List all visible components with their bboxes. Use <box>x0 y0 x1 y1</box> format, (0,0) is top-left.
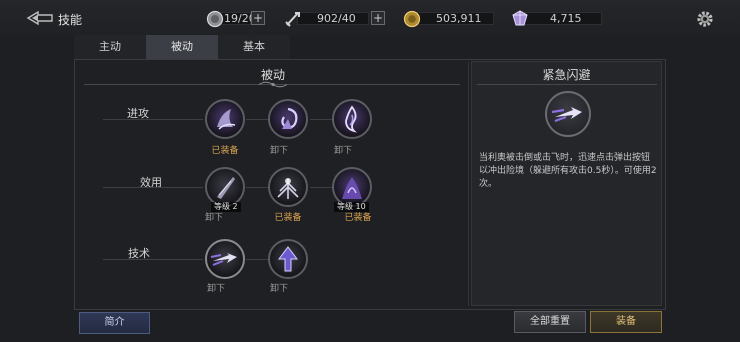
crystal-value: 4,715 <box>550 12 582 25</box>
ornament-icon <box>258 81 288 88</box>
gold-coin-icon <box>403 10 421 28</box>
skill-status: 卸下 <box>207 284 226 294</box>
skill-detail-title: 紧急闪避 <box>542 68 591 82</box>
crystal-icon <box>512 10 528 26</box>
skill-status: 已装备 <box>274 213 302 223</box>
skill-spirit-flame[interactable] <box>332 99 372 139</box>
tab-active-skills[interactable]: 主动 <box>74 35 146 59</box>
shadow-rise-icon <box>342 177 362 199</box>
skill-blade-edge[interactable] <box>205 167 245 207</box>
skill-description: 当利奥被击倒或击飞时，迅速点击弹出按钮以冲出险境（躲避所有攻击0.5秒）。可使用… <box>479 153 657 189</box>
dash-arrow-icon <box>551 107 582 123</box>
skill-status: 已装备 <box>211 146 239 156</box>
sword-icon <box>285 12 300 27</box>
energy-value: 902/40 <box>317 12 356 25</box>
crystal-resource: 4,715 <box>510 10 602 26</box>
skill-claw-slash[interactable] <box>205 99 245 139</box>
skill-spiral-strike[interactable] <box>268 99 308 139</box>
reset-all-button[interactable]: 全部重置 <box>514 311 586 333</box>
skill-status: 卸下 <box>270 146 289 156</box>
claw-slash-icon <box>217 109 236 130</box>
add-stamina-button[interactable]: + <box>251 11 265 25</box>
equip-button[interactable]: 装备 <box>590 311 662 333</box>
spirit-flame-icon <box>345 105 357 133</box>
page-title: 技能 <box>58 13 83 27</box>
energy-resource: 902/40 + <box>283 11 388 27</box>
tab-passive-skills[interactable]: 被动 <box>146 35 218 59</box>
silver-coin-icon <box>206 10 224 28</box>
skill-status: 卸下 <box>270 284 289 294</box>
skill-detail-icon <box>545 91 591 137</box>
spiral-strike-icon <box>281 107 298 129</box>
dash-arrow-icon <box>210 253 237 266</box>
gear-icon[interactable] <box>695 9 715 29</box>
blade-edge-icon <box>217 177 235 199</box>
back-arrow-icon[interactable] <box>26 10 54 26</box>
gold-resource: 503,911 <box>402 10 494 28</box>
skill-emergency-dodge[interactable] <box>205 239 245 279</box>
skill-status: 卸下 <box>205 213 224 223</box>
skill-rising-leap[interactable] <box>268 239 308 279</box>
skill-status: 已装备 <box>344 213 372 223</box>
tab-basic-skills[interactable]: 基本 <box>218 35 290 59</box>
skill-burst[interactable] <box>268 167 308 207</box>
gold-value: 503,911 <box>436 12 482 25</box>
add-energy-button[interactable]: + <box>371 11 385 25</box>
burst-icon <box>277 178 299 199</box>
intro-button[interactable]: 简介 <box>79 312 150 334</box>
skill-shadow-rise[interactable] <box>332 167 372 207</box>
stamina-resource: 19/20 + <box>205 10 265 28</box>
skill-status: 卸下 <box>334 146 353 156</box>
top-bar: 技能 19/20 + 902/40 + 503,911 4,715 <box>0 0 740 36</box>
up-arrow-icon <box>278 246 298 272</box>
